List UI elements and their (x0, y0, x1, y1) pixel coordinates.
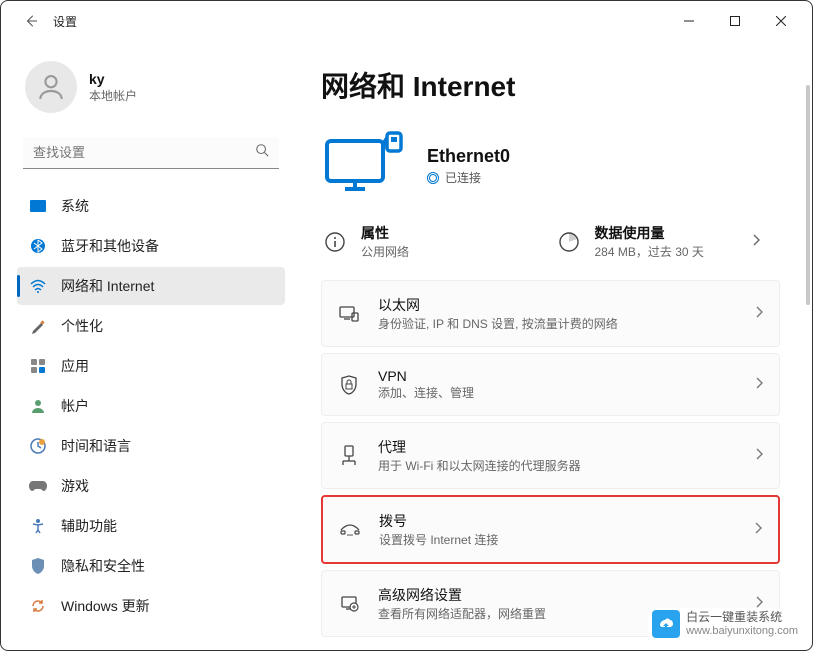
time-icon (29, 437, 47, 455)
advanced-network-icon (338, 593, 360, 615)
sidebar: ky 本地帐户 系统 蓝牙和其他设备 网络和 Internet (1, 41, 301, 650)
setting-sub: 添加、连接、管理 (378, 384, 737, 401)
system-icon (29, 197, 47, 215)
nav-label: 个性化 (61, 316, 103, 336)
minimize-button[interactable] (666, 5, 712, 37)
nav-label: 应用 (61, 356, 89, 376)
globe-icon (427, 172, 439, 184)
nav: 系统 蓝牙和其他设备 网络和 Internet 个性化 应用 帐户 (17, 187, 285, 625)
properties-title: 属性 (361, 223, 409, 243)
nav-item-gaming[interactable]: 游戏 (17, 467, 285, 505)
search-box[interactable] (23, 137, 279, 169)
user-sub: 本地帐户 (89, 87, 137, 104)
nav-item-network[interactable]: 网络和 Internet (17, 267, 285, 305)
setting-dialup[interactable]: 拨号 设置拨号 Internet 连接 (321, 495, 780, 564)
data-usage-button[interactable]: 数据使用量 284 MB，过去 30 天 (555, 223, 769, 260)
setting-sub: 用于 Wi-Fi 和以太网连接的代理服务器 (378, 457, 737, 474)
setting-ethernet[interactable]: 以太网 身份验证, IP 和 DNS 设置, 按流量计费的网络 (321, 280, 780, 347)
update-icon (29, 597, 47, 615)
personalize-icon (29, 317, 47, 335)
chevron-right-icon (755, 447, 763, 465)
window-controls (666, 5, 804, 37)
properties-button[interactable]: 属性 公用网络 (321, 223, 535, 260)
nav-item-accessibility[interactable]: 辅助功能 (17, 507, 285, 545)
ethernet-icon (338, 303, 360, 325)
search-icon (255, 143, 269, 162)
setting-sub: 身份验证, IP 和 DNS 设置, 按流量计费的网络 (378, 315, 737, 332)
nav-label: 网络和 Internet (61, 276, 154, 296)
watermark-url: www.baiyunxitong.com (686, 625, 798, 637)
apps-icon (29, 357, 47, 375)
chevron-right-icon (754, 521, 762, 539)
search-input[interactable] (33, 145, 255, 160)
nav-label: 隐私和安全性 (61, 556, 145, 576)
nav-label: Windows 更新 (61, 596, 150, 616)
watermark: 白云一键重装系统 www.baiyunxitong.com (648, 608, 802, 640)
nav-item-update[interactable]: Windows 更新 (17, 587, 285, 625)
monitor-ethernet-icon (321, 131, 407, 201)
setting-vpn[interactable]: VPN 添加、连接、管理 (321, 353, 780, 416)
avatar (25, 61, 77, 113)
network-icon (29, 277, 47, 295)
user-name: ky (89, 71, 137, 87)
network-status-card: Ethernet0 已连接 (305, 123, 784, 217)
setting-title: 代理 (378, 437, 737, 457)
chevron-right-icon (755, 376, 763, 394)
maximize-button[interactable] (712, 5, 758, 37)
info-icon (321, 228, 349, 256)
gaming-icon (29, 477, 47, 495)
nav-label: 时间和语言 (61, 436, 131, 456)
nav-label: 辅助功能 (61, 516, 117, 536)
setting-sub: 设置拨号 Internet 连接 (379, 531, 736, 548)
chevron-right-icon (752, 233, 768, 251)
scrollbar[interactable] (806, 85, 810, 305)
network-status: 已连接 (427, 169, 510, 186)
dialup-icon (339, 519, 361, 541)
data-usage-title: 数据使用量 (595, 223, 704, 243)
accounts-icon (29, 397, 47, 415)
properties-sub: 公用网络 (361, 243, 409, 260)
nav-item-accounts[interactable]: 帐户 (17, 387, 285, 425)
setting-proxy[interactable]: 代理 用于 Wi-Fi 和以太网连接的代理服务器 (321, 422, 780, 489)
bluetooth-icon (29, 237, 47, 255)
nav-label: 帐户 (61, 396, 89, 416)
nav-label: 蓝牙和其他设备 (61, 236, 159, 256)
nav-label: 系统 (61, 196, 89, 216)
main-content: 网络和 Internet Ethernet0 已连接 (301, 41, 812, 650)
nav-item-system[interactable]: 系统 (17, 187, 285, 225)
data-usage-sub: 284 MB，过去 30 天 (595, 243, 704, 260)
watermark-title: 白云一键重装系统 (686, 611, 798, 624)
setting-title: VPN (378, 368, 737, 384)
setting-title: 以太网 (378, 295, 737, 315)
setting-title: 高级网络设置 (378, 585, 737, 605)
chevron-right-icon (755, 305, 763, 323)
watermark-logo (652, 610, 680, 638)
setting-title: 拨号 (379, 511, 736, 531)
titlebar: 设置 (1, 1, 812, 41)
window-title: 设置 (53, 13, 77, 30)
nav-item-bluetooth[interactable]: 蓝牙和其他设备 (17, 227, 285, 265)
close-button[interactable] (758, 5, 804, 37)
nav-label: 游戏 (61, 476, 89, 496)
user-profile[interactable]: ky 本地帐户 (17, 49, 285, 133)
nav-item-apps[interactable]: 应用 (17, 347, 285, 385)
vpn-icon (338, 374, 360, 396)
data-usage-icon (555, 228, 583, 256)
privacy-icon (29, 557, 47, 575)
page-title: 网络和 Internet (305, 65, 784, 105)
nav-item-privacy[interactable]: 隐私和安全性 (17, 547, 285, 585)
back-button[interactable] (21, 11, 41, 31)
nav-item-time[interactable]: 时间和语言 (17, 427, 285, 465)
nav-item-personalize[interactable]: 个性化 (17, 307, 285, 345)
accessibility-icon (29, 517, 47, 535)
proxy-icon (338, 445, 360, 467)
network-name: Ethernet0 (427, 146, 510, 167)
